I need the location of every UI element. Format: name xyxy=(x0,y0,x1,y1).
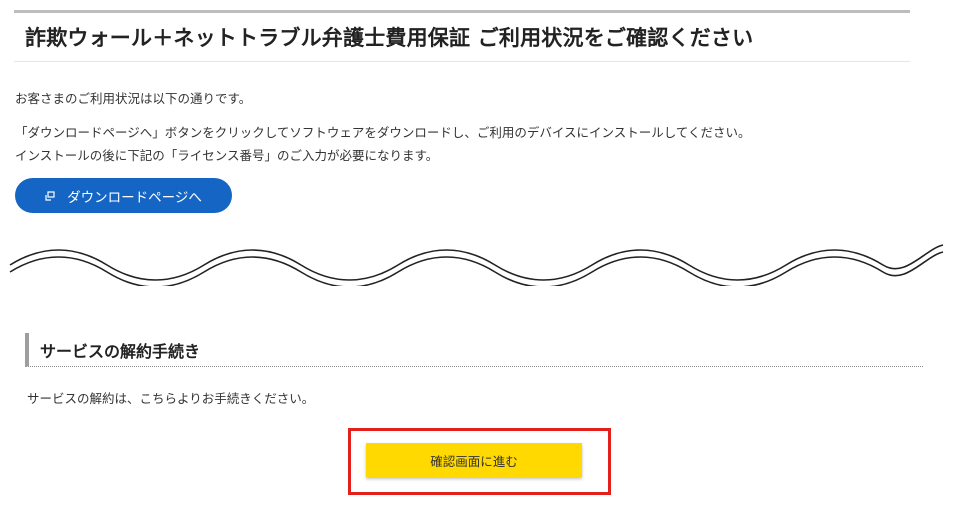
proceed-to-confirmation-button[interactable]: 確認画面に進む xyxy=(366,443,582,477)
intro-text-download-instruction: 「ダウンロードページへ」ボタンをクリックしてソフトウェアをダウンロードし、ご利用… xyxy=(15,125,751,140)
download-page-button-label: ダウンロードページへ xyxy=(67,189,202,205)
wave-line-lower xyxy=(9,251,944,286)
page: 詐欺ウォール＋ネットトラブル弁護士費用保証 ご利用状況をご確認ください お客さま… xyxy=(0,0,957,521)
page-title: 詐欺ウォール＋ネットトラブル弁護士費用保証 ご利用状況をご確認ください xyxy=(25,26,754,50)
top-divider xyxy=(14,10,910,13)
cancel-section-heading: サービスの解約手続き xyxy=(25,333,923,367)
wavy-divider xyxy=(9,244,944,286)
intro-text-usage: お客さまのご利用状況は以下の通りです。 xyxy=(15,91,252,106)
title-divider xyxy=(14,61,910,62)
intro-text-license-note: インストールの後に下記の「ライセンス番号」のご入力が必要になります。 xyxy=(15,148,439,163)
external-window-icon xyxy=(45,190,55,201)
download-page-button[interactable]: ダウンロードページへ xyxy=(15,178,232,213)
cancel-description: サービスの解約は、こちらよりお手続きください。 xyxy=(27,391,315,406)
cancel-section-heading-text: サービスの解約手続き xyxy=(40,342,201,361)
